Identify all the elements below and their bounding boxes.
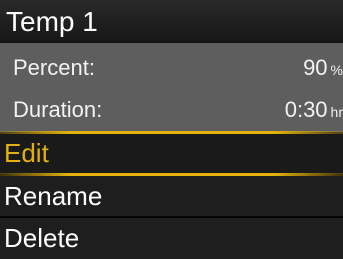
percent-unit: % [330, 62, 343, 78]
percent-value: 90% [303, 46, 343, 92]
duration-unit: hr [330, 104, 343, 120]
menu-item-rename[interactable]: Rename [0, 176, 343, 216]
percent-label: Percent: [13, 55, 95, 80]
percent-number: 90 [303, 55, 328, 80]
selection-highlight-bottom [0, 173, 343, 176]
menu-item-delete[interactable]: Delete [0, 218, 343, 259]
menu-item-edit[interactable]: Edit [0, 132, 343, 174]
screen-title: Temp 1 [0, 0, 343, 43]
temp-basal-info-panel: Percent: 90% Duration: 0:30 hr [0, 43, 343, 132]
duration-number: 0:30 [284, 97, 328, 122]
duration-value: 0:30 hr [285, 88, 343, 134]
percent-row: Percent: 90% [0, 46, 343, 90]
selection-highlight-top [0, 131, 343, 134]
device-screen: Temp 1 Percent: 90% Duration: 0:30 hr Edi… [0, 0, 343, 259]
options-menu: Edit Rename Delete [0, 132, 343, 259]
duration-row: Duration: 0:30 hr [0, 88, 343, 132]
duration-label: Duration: [13, 97, 103, 122]
